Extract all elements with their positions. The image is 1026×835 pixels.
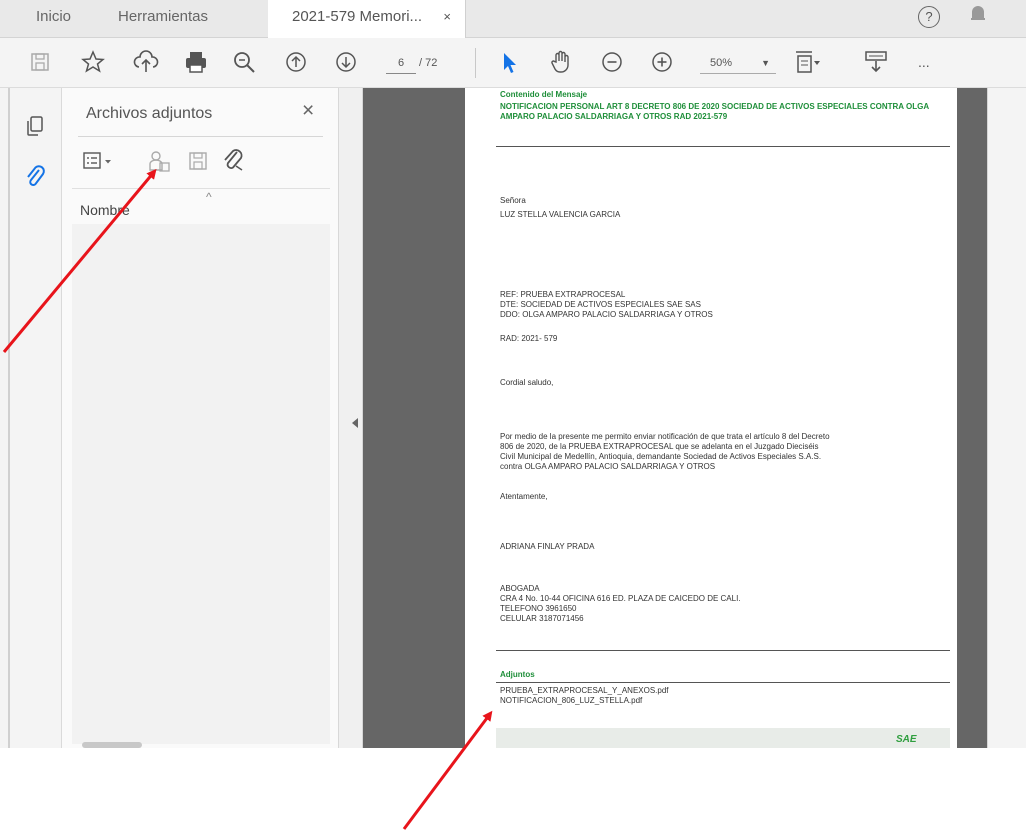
toolbar: 6 / 72 50% ▼ ... (0, 38, 1026, 88)
panel-title: Archivos adjuntos (86, 105, 213, 122)
page-down-icon[interactable] (334, 48, 358, 76)
page-up-icon[interactable] (284, 48, 308, 76)
right-toolbar-strip (987, 88, 1026, 748)
scroll-mode-icon[interactable] (862, 48, 890, 76)
panel-divider (78, 136, 323, 137)
select-arrow-icon[interactable] (498, 48, 518, 76)
rad-number: RAD: 2021- 579 (500, 334, 558, 343)
greeting: Cordial saludo, (500, 378, 554, 387)
message-subject: NOTIFICACION PERSONAL ART 8 DECRETO 806 … (500, 102, 929, 121)
attachments-label: Adjuntos (500, 670, 535, 679)
sae-logo: SAE (896, 734, 917, 745)
zoom-in-icon[interactable] (650, 48, 674, 76)
body-text: Por medio de la presente me permito envi… (500, 432, 830, 471)
doc-rule (496, 682, 950, 683)
tab-tools[interactable]: Herramientas (118, 0, 208, 38)
tab-home[interactable]: Inicio (36, 0, 71, 38)
chevron-down-icon: ▼ (761, 58, 770, 68)
document-page[interactable] (465, 88, 957, 748)
print-icon[interactable] (182, 48, 210, 76)
fit-page-icon[interactable] (792, 48, 822, 76)
attach-file-icon[interactable] (220, 146, 248, 179)
panel-scrollbar[interactable] (82, 742, 142, 748)
collapse-arrow-icon[interactable] (352, 418, 358, 428)
window-edge (8, 88, 10, 748)
signer-name: ADRIANA FINLAY PRADA (500, 542, 595, 551)
reference-lines: REF: PRUEBA EXTRAPROCESAL DTE: SOCIEDAD … (500, 290, 713, 319)
message-label: Contenido del Mensaje (500, 90, 588, 99)
panel-collapse-bar[interactable] (339, 88, 363, 748)
tab-close-icon[interactable]: × (443, 0, 451, 34)
notification-bell-icon[interactable] (971, 4, 985, 24)
pages-icon[interactable] (24, 114, 46, 143)
attachments-panel: Archivos adjuntos × ^ Nombre (62, 88, 339, 748)
attachments-list[interactable] (72, 224, 330, 744)
total-pages-label: / 72 (419, 57, 438, 69)
hand-icon[interactable] (548, 48, 574, 76)
toolbar-separator (475, 48, 476, 78)
tab-document[interactable]: 2021-579 Memori... × (268, 0, 466, 38)
close-panel-icon[interactable]: × (302, 99, 314, 123)
save-attachment-icon[interactable] (186, 148, 210, 179)
attachment-file-2[interactable]: NOTIFICACION_806_LUZ_STELLA.pdf (500, 696, 642, 706)
salutation: Señora (500, 196, 526, 205)
more-icon[interactable]: ... (918, 48, 930, 76)
tab-bar: Inicio Herramientas 2021-579 Memori... ×… (0, 0, 1026, 38)
doc-rule (496, 146, 950, 147)
signature-block: ABOGADA CRA 4 No. 10-44 OFICINA 616 ED. … (500, 584, 741, 623)
zoom-value: 50% (710, 57, 733, 69)
upload-cloud-icon[interactable] (132, 48, 160, 76)
doc-rule (496, 650, 950, 651)
zoom-select[interactable]: 50% ▼ (700, 52, 776, 74)
add-attachment-icon[interactable] (146, 148, 172, 179)
panel-divider (72, 188, 330, 189)
closing: Atentamente, (500, 492, 548, 501)
next-page-preview (496, 728, 950, 748)
zoom-out-icon[interactable] (600, 48, 624, 76)
paperclip-icon[interactable] (24, 163, 46, 196)
sort-caret-icon[interactable]: ^ (206, 190, 212, 204)
options-list-icon[interactable] (82, 148, 116, 179)
current-page-input[interactable]: 6 (386, 52, 416, 74)
help-icon[interactable]: ? (918, 6, 940, 28)
tab-document-label: 2021-579 Memori... (292, 8, 423, 25)
zoom-search-icon[interactable] (230, 48, 258, 76)
recipient-name: LUZ STELLA VALENCIA GARCIA (500, 210, 621, 219)
save-icon[interactable] (28, 48, 52, 76)
column-header-name[interactable]: Nombre (80, 202, 130, 218)
bookmark-star-icon[interactable] (80, 48, 106, 76)
attachment-file-1[interactable]: PRUEBA_EXTRAPROCESAL_Y_ANEXOS.pdf (500, 686, 669, 696)
